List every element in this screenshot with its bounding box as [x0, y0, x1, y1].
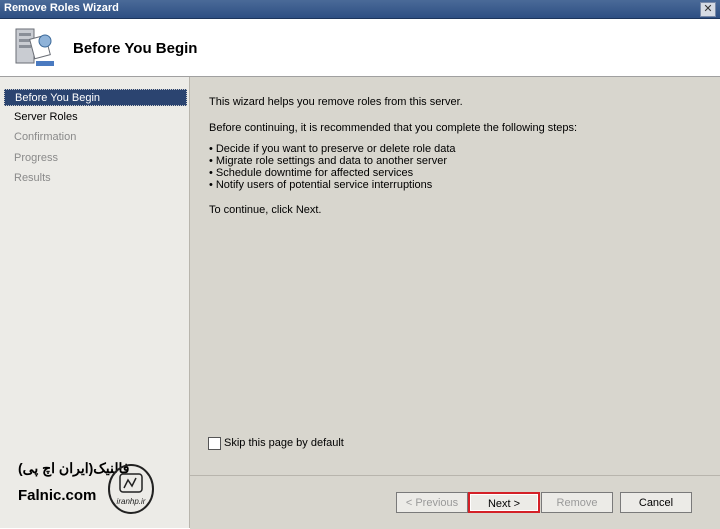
step-item: Decide if you want to preserve or delete… — [209, 143, 456, 155]
window-title: Remove Roles Wizard — [4, 2, 119, 14]
page-title: Before You Begin — [73, 40, 198, 57]
intro-text: This wizard helps you remove roles from … — [209, 96, 463, 108]
server-roles-icon — [15, 28, 54, 66]
watermark-site: Falnic.com — [18, 487, 97, 504]
close-button[interactable]: ✕ — [700, 2, 716, 17]
title-bar: Remove Roles Wizard ✕ — [0, 0, 720, 19]
before-text: Before continuing, it is recommended tha… — [209, 122, 578, 134]
nav-item-before-you-begin[interactable]: Before You Begin — [4, 89, 187, 106]
skip-checkbox[interactable] — [208, 437, 221, 450]
svg-text:iranhp.ir: iranhp.ir — [117, 497, 146, 506]
nav-item-confirmation: Confirmation — [14, 131, 77, 143]
next-button[interactable]: Next > — [468, 492, 540, 513]
wizard-header: Before You Begin — [0, 19, 720, 77]
nav-item-results: Results — [14, 172, 51, 184]
cancel-button[interactable]: Cancel — [620, 492, 692, 513]
button-bar: < Previous Next > Remove Cancel — [190, 475, 720, 529]
steps-list: Decide if you want to preserve or delete… — [209, 143, 456, 191]
step-item: Migrate role settings and data to anothe… — [209, 155, 456, 167]
remove-button: Remove — [541, 492, 613, 513]
previous-button: < Previous — [396, 492, 468, 513]
watermark-seal-icon: iranhp.ir — [108, 464, 154, 514]
skip-label[interactable]: Skip this page by default — [224, 437, 344, 449]
watermark-logo: فالنیک(ایران اچ پی) Falnic.com iranhp.ir — [10, 458, 180, 520]
nav-item-progress: Progress — [14, 152, 59, 164]
continue-text: To continue, click Next. — [209, 204, 322, 216]
nav-item-server-roles[interactable]: Server Roles — [4, 109, 187, 126]
content-pane: This wizard helps you remove roles from … — [190, 77, 720, 475]
step-item: Schedule downtime for affected services — [209, 167, 456, 179]
step-item: Notify users of potential service interr… — [209, 179, 456, 191]
